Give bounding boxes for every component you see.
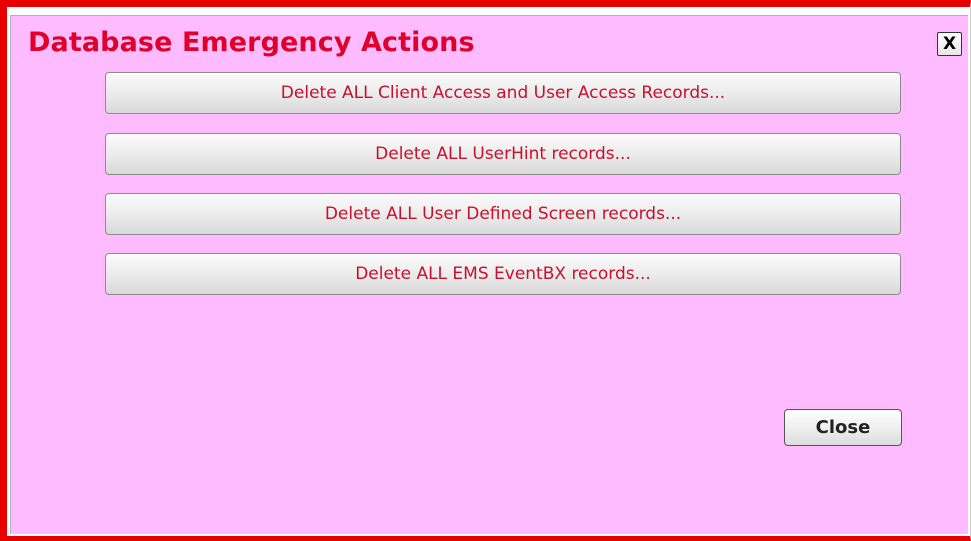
dialog-title: Database Emergency Actions [28, 27, 475, 58]
delete-userhint-records-button[interactable]: Delete ALL UserHint records... [105, 133, 901, 175]
emergency-actions-dialog: Database Emergency Actions X Delete ALL … [0, 0, 971, 541]
close-x-button[interactable]: X [937, 32, 962, 56]
delete-access-records-button[interactable]: Delete ALL Client Access and User Access… [105, 72, 901, 114]
delete-ems-eventbx-records-button[interactable]: Delete ALL EMS EventBX records... [105, 253, 901, 295]
close-button[interactable]: Close [784, 409, 902, 446]
delete-user-defined-screen-records-button[interactable]: Delete ALL User Defined Screen records..… [105, 193, 901, 235]
dialog-body: Database Emergency Actions X Delete ALL … [10, 15, 968, 534]
